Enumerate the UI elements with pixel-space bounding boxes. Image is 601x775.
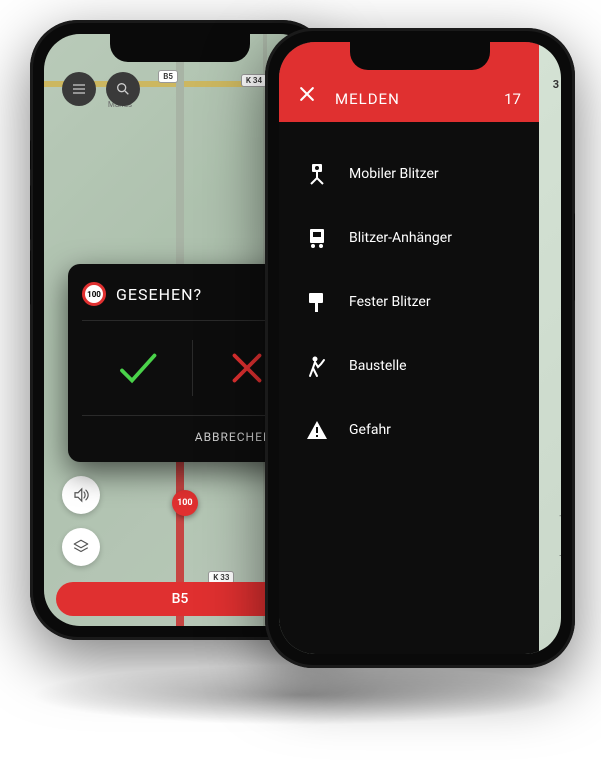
report-item-label: Gefahr <box>349 422 391 438</box>
road-badge-k34: K 34 <box>241 74 267 87</box>
corner-digit: 3 <box>553 78 559 91</box>
close-button[interactable] <box>297 84 317 108</box>
fixed-camera-icon <box>303 288 331 316</box>
report-item-label: Blitzer-Anhänger <box>349 230 452 246</box>
map-copyright: © OpenStreetMap 2004-2014 <box>559 503 561 594</box>
hazard-icon <box>303 416 331 444</box>
layers-button[interactable] <box>62 528 100 566</box>
report-item-label: Mobiler Blitzer <box>349 166 439 182</box>
confirm-yes-button[interactable] <box>112 343 162 393</box>
cancel-button[interactable]: ABBRECHEN <box>195 430 273 444</box>
report-type-list: Mobiler Blitzer Blitzer-Anhänger Fester … <box>279 142 539 462</box>
report-item-fixed-speed-camera[interactable]: Fester Blitzer <box>303 270 515 334</box>
speed-camera-marker[interactable]: 100 <box>172 490 198 516</box>
road-badge-b5: B5 <box>158 70 178 83</box>
report-item-label: Fester Blitzer <box>349 294 431 310</box>
countdown-value: 17 <box>504 90 521 108</box>
trailer-camera-icon <box>303 224 331 252</box>
dialog-title: GESEHEN? <box>116 285 202 304</box>
report-item-hazard[interactable]: Gefahr <box>303 398 515 462</box>
report-item-label: Baustelle <box>349 358 407 374</box>
report-title: MELDEN <box>335 90 486 108</box>
speed-limit-sign-icon: 100 <box>82 282 106 306</box>
mobile-camera-icon <box>303 160 331 188</box>
menu-button[interactable] <box>62 72 96 106</box>
sound-button[interactable] <box>62 476 100 514</box>
report-item-speed-trailer[interactable]: Blitzer-Anhänger <box>303 206 515 270</box>
search-button[interactable] <box>106 72 140 106</box>
roadworks-icon <box>303 352 331 380</box>
report-item-mobile-speed-camera[interactable]: Mobiler Blitzer <box>303 142 515 206</box>
phone-right: 3 © OpenStreetMap 2004-2014 MELDEN 17 Mo… <box>265 28 575 668</box>
report-item-roadworks[interactable]: Baustelle <box>303 334 515 398</box>
